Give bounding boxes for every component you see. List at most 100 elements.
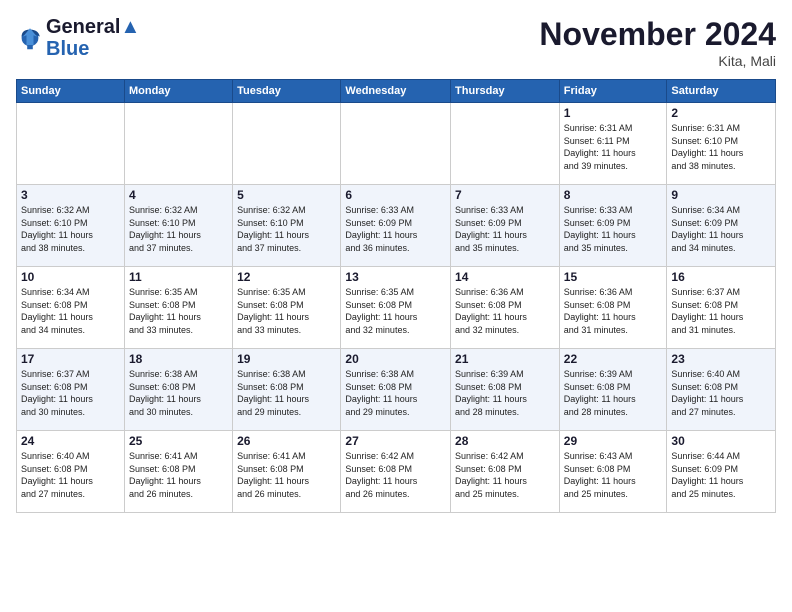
calendar-cell-w4-d5: 21 Sunrise: 6:39 AMSunset: 6:08 PMDayligh… — [451, 349, 560, 431]
week-row-1: 1 Sunrise: 6:31 AMSunset: 6:11 PMDaylight… — [17, 103, 776, 185]
calendar-cell-w3-d1: 10 Sunrise: 6:34 AMSunset: 6:08 PMDayligh… — [17, 267, 125, 349]
col-wednesday: Wednesday — [341, 80, 451, 103]
day-number: 3 — [21, 188, 120, 202]
page-header: General▲ Blue November 2024 Kita, Mali — [16, 16, 776, 69]
calendar-cell-w5-d2: 25 Sunrise: 6:41 AMSunset: 6:08 PMDayligh… — [124, 431, 232, 513]
calendar-cell-w1-d6: 1 Sunrise: 6:31 AMSunset: 6:11 PMDaylight… — [559, 103, 667, 185]
calendar-cell-w1-d4 — [341, 103, 451, 185]
day-number: 12 — [237, 270, 336, 284]
day-info: Sunrise: 6:34 AMSunset: 6:09 PMDaylight:… — [671, 204, 771, 254]
day-info: Sunrise: 6:43 AMSunset: 6:08 PMDaylight:… — [564, 450, 663, 500]
calendar-cell-w1-d1 — [17, 103, 125, 185]
day-info: Sunrise: 6:35 AMSunset: 6:08 PMDaylight:… — [129, 286, 228, 336]
day-number: 2 — [671, 106, 771, 120]
calendar-cell-w2-d3: 5 Sunrise: 6:32 AMSunset: 6:10 PMDaylight… — [233, 185, 341, 267]
day-info: Sunrise: 6:42 AMSunset: 6:08 PMDaylight:… — [345, 450, 446, 500]
logo-text-line1: General▲ — [46, 16, 140, 38]
calendar-cell-w3-d7: 16Sunrise: 6:37 AMSunset: 6:08 PMDayligh… — [667, 267, 776, 349]
calendar-cell-w2-d2: 4 Sunrise: 6:32 AMSunset: 6:10 PMDaylight… — [124, 185, 232, 267]
day-info: Sunrise: 6:38 AMSunset: 6:08 PMDaylight:… — [237, 368, 336, 418]
calendar-cell-w2-d5: 7Sunrise: 6:33 AMSunset: 6:09 PMDaylight… — [451, 185, 560, 267]
calendar-cell-w4-d7: 23Sunrise: 6:40 AMSunset: 6:08 PMDayligh… — [667, 349, 776, 431]
col-sunday: Sunday — [17, 80, 125, 103]
logo-text-line2: Blue — [46, 38, 140, 60]
day-info: Sunrise: 6:40 AMSunset: 6:08 PMDaylight:… — [671, 368, 771, 418]
day-number: 26 — [237, 434, 336, 448]
week-row-2: 3 Sunrise: 6:32 AMSunset: 6:10 PMDaylight… — [17, 185, 776, 267]
title-block: November 2024 Kita, Mali — [539, 16, 776, 69]
calendar-cell-w1-d7: 2 Sunrise: 6:31 AMSunset: 6:10 PMDaylight… — [667, 103, 776, 185]
day-info: Sunrise: 6:31 AMSunset: 6:11 PMDaylight:… — [564, 122, 663, 172]
day-number: 29 — [564, 434, 663, 448]
day-info: Sunrise: 6:41 AMSunset: 6:08 PMDaylight:… — [237, 450, 336, 500]
col-thursday: Thursday — [451, 80, 560, 103]
calendar-cell-w1-d3 — [233, 103, 341, 185]
calendar-cell-w3-d2: 11 Sunrise: 6:35 AMSunset: 6:08 PMDayligh… — [124, 267, 232, 349]
week-row-3: 10 Sunrise: 6:34 AMSunset: 6:08 PMDayligh… — [17, 267, 776, 349]
location: Kita, Mali — [539, 53, 776, 69]
day-number: 6 — [345, 188, 446, 202]
day-number: 9 — [671, 188, 771, 202]
day-number: 27 — [345, 434, 446, 448]
day-info: Sunrise: 6:39 AMSunset: 6:08 PMDaylight:… — [455, 368, 555, 418]
day-info: Sunrise: 6:32 AMSunset: 6:10 PMDaylight:… — [237, 204, 336, 254]
day-number: 10 — [21, 270, 120, 284]
calendar-cell-w3-d4: 13Sunrise: 6:35 AMSunset: 6:08 PMDayligh… — [341, 267, 451, 349]
day-number: 4 — [129, 188, 228, 202]
day-number: 18 — [129, 352, 228, 366]
day-info: Sunrise: 6:40 AMSunset: 6:08 PMDaylight:… — [21, 450, 120, 500]
col-saturday: Saturday — [667, 80, 776, 103]
day-number: 15 — [564, 270, 663, 284]
day-info: Sunrise: 6:44 AMSunset: 6:09 PMDaylight:… — [671, 450, 771, 500]
col-friday: Friday — [559, 80, 667, 103]
day-number: 5 — [237, 188, 336, 202]
calendar-cell-w5-d6: 29 Sunrise: 6:43 AMSunset: 6:08 PMDayligh… — [559, 431, 667, 513]
calendar-cell-w2-d4: 6Sunrise: 6:33 AMSunset: 6:09 PMDaylight… — [341, 185, 451, 267]
logo-icon — [16, 24, 44, 52]
day-info: Sunrise: 6:37 AMSunset: 6:08 PMDaylight:… — [671, 286, 771, 336]
day-info: Sunrise: 6:32 AMSunset: 6:10 PMDaylight:… — [129, 204, 228, 254]
day-info: Sunrise: 6:36 AMSunset: 6:08 PMDaylight:… — [455, 286, 555, 336]
calendar-cell-w5-d4: 27 Sunrise: 6:42 AMSunset: 6:08 PMDayligh… — [341, 431, 451, 513]
calendar-cell-w3-d3: 12 Sunrise: 6:35 AMSunset: 6:08 PMDayligh… — [233, 267, 341, 349]
day-number: 30 — [671, 434, 771, 448]
day-number: 25 — [129, 434, 228, 448]
calendar-cell-w4-d3: 19 Sunrise: 6:38 AMSunset: 6:08 PMDayligh… — [233, 349, 341, 431]
logo: General▲ Blue — [16, 16, 140, 60]
calendar-cell-w4-d6: 22 Sunrise: 6:39 AMSunset: 6:08 PMDayligh… — [559, 349, 667, 431]
day-number: 14 — [455, 270, 555, 284]
day-info: Sunrise: 6:39 AMSunset: 6:08 PMDaylight:… — [564, 368, 663, 418]
calendar-cell-w5-d1: 24Sunrise: 6:40 AMSunset: 6:08 PMDayligh… — [17, 431, 125, 513]
day-number: 11 — [129, 270, 228, 284]
day-number: 21 — [455, 352, 555, 366]
day-info: Sunrise: 6:33 AMSunset: 6:09 PMDaylight:… — [564, 204, 663, 254]
calendar-cell-w4-d2: 18 Sunrise: 6:38 AMSunset: 6:08 PMDayligh… — [124, 349, 232, 431]
calendar-cell-w5-d5: 28Sunrise: 6:42 AMSunset: 6:08 PMDayligh… — [451, 431, 560, 513]
day-info: Sunrise: 6:41 AMSunset: 6:08 PMDaylight:… — [129, 450, 228, 500]
day-number: 1 — [564, 106, 663, 120]
day-number: 19 — [237, 352, 336, 366]
calendar-cell-w2-d1: 3 Sunrise: 6:32 AMSunset: 6:10 PMDaylight… — [17, 185, 125, 267]
col-tuesday: Tuesday — [233, 80, 341, 103]
week-row-4: 17Sunrise: 6:37 AMSunset: 6:08 PMDayligh… — [17, 349, 776, 431]
day-info: Sunrise: 6:32 AMSunset: 6:10 PMDaylight:… — [21, 204, 120, 254]
calendar-cell-w1-d5 — [451, 103, 560, 185]
calendar-cell-w2-d6: 8 Sunrise: 6:33 AMSunset: 6:09 PMDaylight… — [559, 185, 667, 267]
day-number: 13 — [345, 270, 446, 284]
day-number: 8 — [564, 188, 663, 202]
calendar-cell-w4-d4: 20Sunrise: 6:38 AMSunset: 6:08 PMDayligh… — [341, 349, 451, 431]
day-number: 22 — [564, 352, 663, 366]
day-info: Sunrise: 6:38 AMSunset: 6:08 PMDaylight:… — [129, 368, 228, 418]
day-info: Sunrise: 6:42 AMSunset: 6:08 PMDaylight:… — [455, 450, 555, 500]
day-info: Sunrise: 6:34 AMSunset: 6:08 PMDaylight:… — [21, 286, 120, 336]
day-info: Sunrise: 6:33 AMSunset: 6:09 PMDaylight:… — [455, 204, 555, 254]
calendar-header-row: Sunday Monday Tuesday Wednesday Thursday… — [17, 80, 776, 103]
col-monday: Monday — [124, 80, 232, 103]
day-info: Sunrise: 6:36 AMSunset: 6:08 PMDaylight:… — [564, 286, 663, 336]
calendar-table: Sunday Monday Tuesday Wednesday Thursday… — [16, 79, 776, 513]
day-info: Sunrise: 6:31 AMSunset: 6:10 PMDaylight:… — [671, 122, 771, 172]
day-info: Sunrise: 6:35 AMSunset: 6:08 PMDaylight:… — [237, 286, 336, 336]
day-number: 17 — [21, 352, 120, 366]
day-number: 20 — [345, 352, 446, 366]
calendar-cell-w5-d7: 30 Sunrise: 6:44 AMSunset: 6:09 PMDayligh… — [667, 431, 776, 513]
